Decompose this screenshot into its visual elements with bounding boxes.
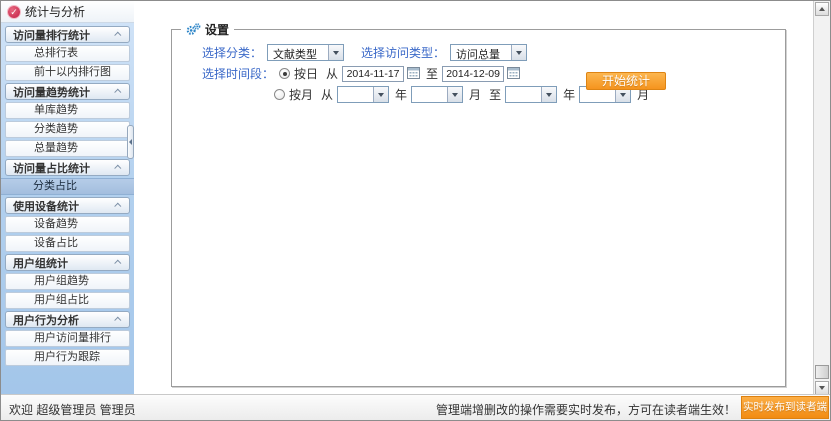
app-window: ✓ 统计与分析 访问量排行统计总排行表前十以内排行图访问量趋势统计单库趋势分类趋… (0, 0, 831, 421)
sidebar-header: ✓ 统计与分析 (1, 1, 134, 23)
by-day-radio[interactable] (279, 68, 290, 79)
chevron-up-icon (114, 89, 121, 96)
from-label: 从 (326, 65, 338, 82)
category-row: 选择分类： 文献类型 选择访问类型： 访问总量 (202, 42, 785, 63)
month-label: 月 (469, 86, 481, 103)
check-circle-icon: ✓ (8, 6, 20, 18)
from-year-select-value (338, 87, 373, 102)
year-label: 年 (395, 86, 407, 103)
sidebar-item-user-group-trend[interactable]: 用户组趋势 (5, 273, 130, 290)
sidebar-item-user-group-share[interactable]: 用户组占比 (5, 292, 130, 309)
period-day-row: 选择时间段： 按日 从 至 (202, 63, 785, 84)
sidebar-item-single-db-trend[interactable]: 单库趋势 (5, 102, 130, 119)
collapse-left-icon (129, 139, 132, 145)
publish-notice-text: 管理端增删改的操作需要实时发布，方可在读者端生效！ (436, 401, 736, 418)
from-month-select[interactable] (411, 86, 463, 103)
period-month-row: 按月 从 年 月 至 年 (274, 84, 785, 105)
gear-icon (186, 23, 201, 36)
date-to-input[interactable] (442, 66, 504, 82)
year-label: 年 (563, 86, 575, 103)
sidebar-group-visit-trend-stats[interactable]: 访问量趋势统计 (5, 83, 130, 100)
scroll-up-icon[interactable] (815, 2, 829, 16)
status-bar: 欢迎 超级管理员 管理员 管理端增删改的操作需要实时发布，方可在读者端生效！ 实… (1, 394, 830, 420)
publish-button[interactable]: 实时发布到读者端 (741, 396, 829, 419)
dropdown-arrow-icon[interactable] (511, 45, 526, 60)
visit-type-select[interactable]: 访问总量 (450, 44, 527, 61)
from-month-select-value (412, 87, 447, 102)
to-year-select-value (506, 87, 541, 102)
dropdown-arrow-icon[interactable] (541, 87, 556, 102)
category-select[interactable]: 文献类型 (267, 44, 344, 61)
visit-type-select-value: 访问总量 (451, 45, 511, 60)
to-year-select[interactable] (505, 86, 557, 103)
vertical-scrollbar[interactable] (813, 1, 830, 396)
chevron-up-icon (114, 317, 121, 324)
sidebar-group-visit-ranking-stats[interactable]: 访问量排行统计 (5, 26, 130, 43)
group-label: 访问量趋势统计 (13, 84, 90, 100)
sidebar-group-device-stats[interactable]: 使用设备统计 (5, 197, 130, 214)
sidebar-item-category-trend[interactable]: 分类趋势 (5, 121, 130, 138)
scrollbar-thumb[interactable] (815, 365, 829, 379)
category-select-value: 文献类型 (268, 45, 328, 60)
sidebar-item-device-trend[interactable]: 设备趋势 (5, 216, 130, 233)
settings-legend: 设置 (181, 21, 234, 38)
sidebar-item-total-trend[interactable]: 总量趋势 (5, 140, 130, 157)
sidebar: ✓ 统计与分析 访问量排行统计总排行表前十以内排行图访问量趋势统计单库趋势分类趋… (1, 1, 134, 396)
settings-title: 设置 (205, 21, 229, 38)
calendar-icon[interactable] (407, 66, 420, 82)
chevron-up-icon (114, 203, 121, 210)
to-label: 至 (489, 86, 501, 103)
start-statistics-button[interactable]: 开始统计 (586, 72, 666, 90)
group-label: 用户行为分析 (13, 312, 79, 328)
sidebar-group-user-group-stats[interactable]: 用户组统计 (5, 254, 130, 271)
from-label: 从 (321, 86, 333, 103)
group-label: 访问量排行统计 (13, 27, 90, 43)
by-month-radio[interactable] (274, 89, 285, 100)
from-year-select[interactable] (337, 86, 389, 103)
chevron-up-icon (114, 260, 121, 267)
sidebar-item-device-share[interactable]: 设备占比 (5, 235, 130, 252)
chevron-up-icon (114, 32, 121, 39)
chevron-up-icon (114, 165, 121, 172)
sidebar-title: 统计与分析 (25, 3, 85, 20)
sidebar-collapse-handle[interactable] (127, 125, 134, 159)
dropdown-arrow-icon[interactable] (373, 87, 388, 102)
group-label: 访问量占比统计 (13, 160, 90, 176)
dropdown-arrow-icon[interactable] (447, 87, 462, 102)
group-label: 使用设备统计 (13, 198, 79, 214)
welcome-text: 欢迎 超级管理员 管理员 (9, 401, 136, 418)
sidebar-item-top10-ranking-chart[interactable]: 前十以内排行图 (5, 64, 130, 81)
sidebar-item-total-ranking-table[interactable]: 总排行表 (5, 45, 130, 62)
category-label: 选择分类： (202, 44, 262, 61)
sidebar-group-user-behavior-analysis[interactable]: 用户行为分析 (5, 311, 130, 328)
visit-type-label: 选择访问类型： (361, 44, 445, 61)
to-label: 至 (426, 65, 438, 82)
by-day-label: 按日 (294, 65, 318, 82)
sidebar-item-user-visit-ranking[interactable]: 用户访问量排行 (5, 330, 130, 347)
period-label: 选择时间段： (202, 65, 274, 82)
sidebar-group-visit-share-stats[interactable]: 访问量占比统计 (5, 159, 130, 176)
sidebar-menu: 访问量排行统计总排行表前十以内排行图访问量趋势统计单库趋势分类趋势总量趋势访问量… (1, 23, 134, 396)
settings-form: 选择分类： 文献类型 选择访问类型： 访问总量 选择时间段： 按日 从 (172, 38, 785, 105)
calendar-icon[interactable] (507, 66, 520, 82)
group-label: 用户组统计 (13, 255, 68, 271)
settings-panel: 设置 选择分类： 文献类型 选择访问类型： 访问总量 选择时间段： (171, 21, 786, 387)
dropdown-arrow-icon[interactable] (328, 45, 343, 60)
by-month-label: 按月 (289, 86, 313, 103)
sidebar-item-user-behavior-tracking[interactable]: 用户行为跟踪 (5, 349, 130, 366)
date-from-input[interactable] (342, 66, 404, 82)
scroll-down-icon[interactable] (815, 381, 829, 395)
sidebar-item-category-share[interactable]: 分类占比 (1, 178, 134, 195)
